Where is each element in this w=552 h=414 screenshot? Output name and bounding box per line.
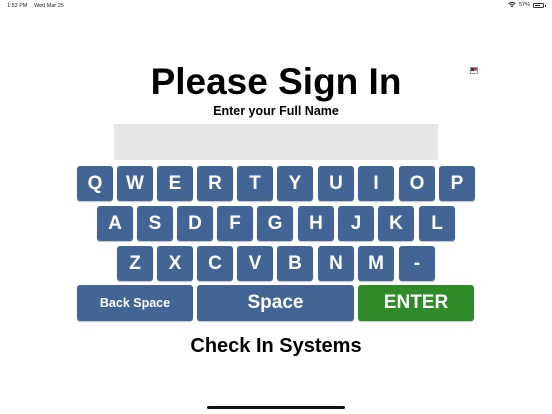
key-s[interactable]: S [137,206,173,241]
key-p[interactable]: P [439,166,475,201]
key-x[interactable]: X [157,246,193,281]
key-g[interactable]: G [257,206,293,241]
key-u[interactable]: U [318,166,354,201]
footer-brand: Check In Systems [190,335,362,357]
key-i[interactable]: I [358,166,394,201]
status-bar: 1:53 PM Wed Mar 25 57% [0,0,552,12]
battery-icon [533,2,546,8]
key-y[interactable]: Y [277,166,313,201]
key-z[interactable]: Z [117,246,153,281]
key-m[interactable]: M [358,246,394,281]
enter-button[interactable]: ENTER [358,285,474,321]
key-k[interactable]: K [378,206,414,241]
status-right: 57% [508,2,546,8]
page-subtitle: Enter your Full Name [213,104,339,118]
key-a[interactable]: A [97,206,133,241]
key-r[interactable]: R [197,166,233,201]
key-t[interactable]: T [237,166,273,201]
status-time: 1:53 PM [7,3,28,9]
key-dash[interactable]: - [399,246,435,281]
status-left: 1:53 PM Wed Mar 25 [7,3,69,9]
back-space-button[interactable]: Back Space [77,285,193,321]
key-v[interactable]: V [237,246,273,281]
key-e[interactable]: E [157,166,193,201]
key-f[interactable]: F [217,206,253,241]
key-h[interactable]: H [298,206,334,241]
battery-percent: 57% [518,2,530,8]
key-o[interactable]: O [399,166,435,201]
key-l[interactable]: L [419,206,455,241]
key-d[interactable]: D [177,206,213,241]
full-name-input[interactable] [114,124,438,160]
key-j[interactable]: J [338,206,374,241]
key-q[interactable]: Q [77,166,113,201]
space-button[interactable]: Space [197,285,354,321]
wifi-icon [508,2,516,8]
key-n[interactable]: N [318,246,354,281]
key-b[interactable]: B [277,246,313,281]
key-w[interactable]: W [117,166,153,201]
page-title: Please Sign In [150,61,402,102]
status-date: Wed Mar 25 [34,3,64,9]
home-indicator[interactable] [207,406,345,409]
key-c[interactable]: C [197,246,233,281]
